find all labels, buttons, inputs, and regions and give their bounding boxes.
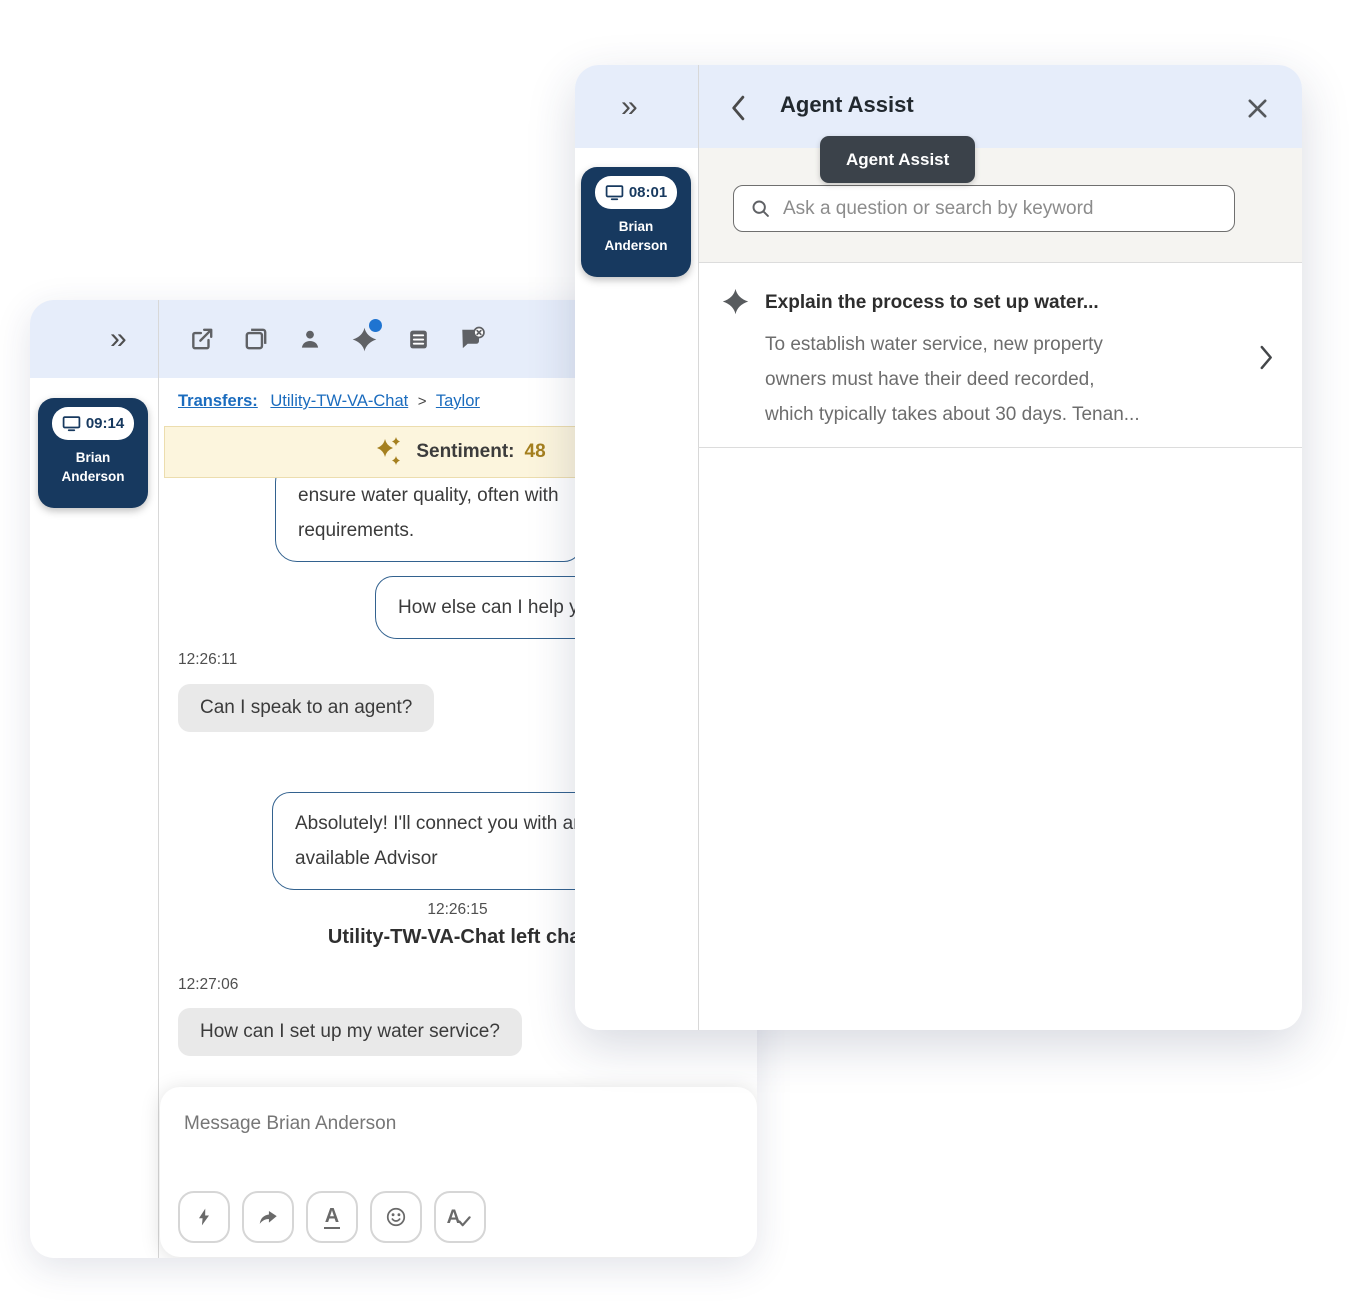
agent-assist-tooltip: Agent Assist [820, 136, 975, 183]
collapse-panel-button[interactable]: » [621, 92, 638, 122]
message-composer: A A [160, 1087, 757, 1257]
conversation-tab[interactable]: 08:01 Brian Anderson [581, 167, 691, 277]
quick-actions-button[interactable] [178, 1191, 230, 1243]
contact-person-icon[interactable] [296, 325, 324, 353]
open-external-icon[interactable] [188, 325, 216, 353]
message-timestamp: 12:27:06 [178, 976, 238, 994]
list-divider [698, 447, 1302, 448]
copy-icon[interactable] [242, 325, 270, 353]
close-icon[interactable] [1246, 97, 1269, 120]
agent-assist-panel: » Agent Assist [575, 65, 1302, 1030]
agent-message-bubble: ensure water quality, often with require… [275, 464, 582, 562]
chevron-right-icon[interactable] [1259, 345, 1274, 370]
conversation-timer-pill: 08:01 [595, 176, 677, 209]
message-timestamp: 12:26:11 [178, 651, 237, 669]
transfer-button[interactable] [242, 1191, 294, 1243]
transfer-target-link[interactable]: Taylor [436, 392, 480, 410]
message-input[interactable] [184, 1113, 724, 1135]
forward-arrow-icon [257, 1206, 279, 1228]
web-chat-monitor-icon [62, 415, 81, 432]
suggestion-sparkle-icon [721, 287, 750, 316]
emoji-button[interactable] [370, 1191, 422, 1243]
end-chat-icon[interactable] [458, 325, 486, 353]
contact-name: Brian Anderson [604, 217, 667, 255]
spellcheck-button[interactable]: A [434, 1191, 486, 1243]
screen: » [0, 0, 1370, 1302]
web-chat-monitor-icon [605, 184, 624, 201]
conversation-timer: 09:14 [86, 415, 124, 432]
contact-name: Brian Anderson [61, 448, 124, 486]
conversation-timer-pill: 09:14 [52, 407, 134, 440]
suggestion-title: Explain the process to set up water... [765, 292, 1099, 314]
lightning-icon [194, 1207, 214, 1227]
sidebar-divider [158, 300, 159, 1258]
double-chevron-right-icon: » [110, 322, 127, 355]
chat-toolbar [188, 300, 486, 378]
search-box [733, 185, 1235, 232]
agent-assist-sparkle-icon[interactable] [350, 325, 378, 353]
search-input[interactable] [783, 198, 1218, 220]
sentiment-label: Sentiment: [416, 441, 514, 463]
sentiment-score: 48 [525, 441, 546, 463]
format-text-icon: A [324, 1206, 340, 1229]
collapse-panel-button[interactable]: » [110, 324, 127, 354]
search-icon [750, 198, 771, 219]
emoji-icon [385, 1206, 407, 1228]
breadcrumb: Transfers: Utility-TW-VA-Chat > Taylor [178, 392, 480, 411]
conversation-timer: 08:01 [629, 184, 667, 201]
breadcrumb-separator: > [418, 393, 427, 410]
notes-icon[interactable] [404, 325, 432, 353]
spellcheck-icon: A [447, 1208, 474, 1227]
gold-sparkle-icon [372, 435, 406, 469]
customer-message-bubble: Can I speak to an agent? [178, 684, 434, 732]
transfers-link[interactable]: Transfers: [178, 392, 258, 410]
suggestion-body: To establish water service, new property… [765, 327, 1140, 432]
text-format-button[interactable]: A [306, 1191, 358, 1243]
back-button[interactable] [730, 95, 746, 121]
notification-dot [369, 319, 382, 332]
double-chevron-right-icon: » [621, 90, 638, 123]
conversation-tab[interactable]: 09:14 Brian Anderson [38, 398, 148, 508]
customer-message-bubble: How can I set up my water service? [178, 1008, 522, 1056]
panel-title: Agent Assist [780, 92, 914, 118]
agent-message-bubble: Absolutely! I'll connect you with an ava… [272, 792, 607, 890]
transfer-source-link[interactable]: Utility-TW-VA-Chat [270, 392, 408, 410]
